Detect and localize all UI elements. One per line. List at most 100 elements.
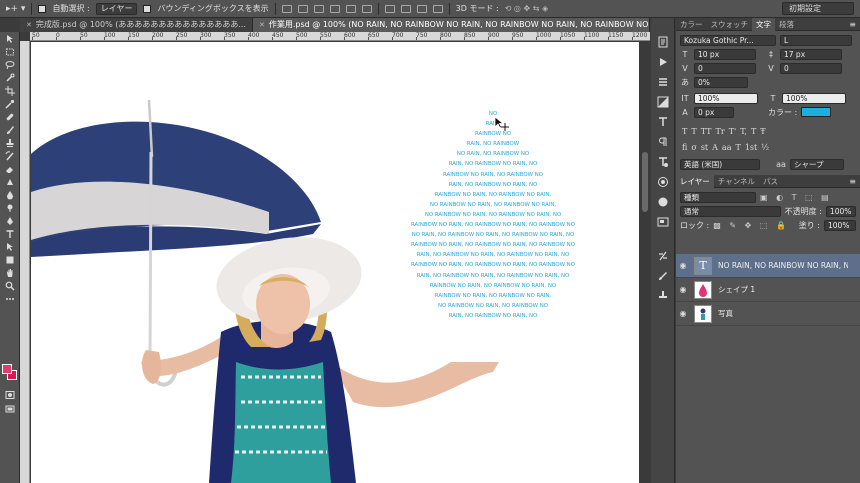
auto-select-dropdown[interactable]: レイヤー	[95, 2, 138, 15]
tab-paragraph[interactable]: 段落	[775, 19, 798, 30]
panel-menu-icon[interactable]: ≡	[849, 20, 860, 29]
properties-icon[interactable]	[651, 72, 675, 92]
all-caps-button[interactable]: TT	[701, 127, 712, 136]
eye-icon[interactable]: ◉	[676, 309, 690, 318]
layer-row-photo[interactable]: ◉ 写真	[676, 302, 860, 326]
actions-icon[interactable]	[651, 52, 675, 72]
swash-button[interactable]: A	[712, 143, 718, 152]
tracking-field[interactable]: 0	[780, 62, 842, 74]
strikethrough-button[interactable]: Ŧ	[760, 127, 765, 136]
foreground-color-swatch[interactable]	[2, 364, 12, 374]
small-caps-button[interactable]: Tr	[716, 127, 725, 136]
distribute-icon[interactable]	[416, 4, 427, 13]
pen-tool-icon[interactable]	[0, 214, 20, 227]
move-tool-icon[interactable]	[0, 32, 20, 45]
auto-select-checkbox[interactable]	[38, 4, 47, 13]
subscript-button[interactable]: T,	[740, 127, 747, 136]
history-brush-icon[interactable]	[0, 149, 20, 162]
hand-tool-icon[interactable]	[0, 266, 20, 279]
blur-tool-icon[interactable]	[0, 188, 20, 201]
underline-button[interactable]: T	[751, 127, 756, 136]
bbox-checkbox[interactable]	[143, 4, 152, 13]
superscript-button[interactable]: T'	[729, 127, 737, 136]
align-right-icon[interactable]	[361, 4, 372, 13]
tool-presets-icon[interactable]	[651, 246, 675, 266]
text-color-swatch[interactable]	[801, 107, 832, 117]
eye-icon[interactable]: ◉	[676, 285, 690, 294]
distribute-icon[interactable]	[384, 4, 395, 13]
distribute-icon[interactable]	[400, 4, 411, 13]
scrollbar-thumb[interactable]	[642, 152, 648, 212]
dodge-tool-icon[interactable]	[0, 201, 20, 214]
align-left-icon[interactable]	[329, 4, 340, 13]
type-tool-icon[interactable]	[0, 227, 20, 240]
language-select[interactable]: 英語 (米国)	[680, 158, 760, 170]
raindrop-text-layer[interactable]: NO RAIN, RAINBOW NO RAIN, NO RAINBOW NO RAIN…	[386, 109, 600, 321]
tab-working[interactable]: ✕ 作業用.psd @ 100% (NO RAIN, NO RAINBOW NO…	[253, 18, 650, 32]
healing-tool-icon[interactable]	[0, 110, 20, 123]
navigator-icon[interactable]	[651, 212, 675, 232]
align-bottom-icon[interactable]	[313, 4, 324, 13]
lock-icons[interactable]: ▩ ✎ ✥ ⬚ 🔒	[713, 221, 789, 230]
marquee-tool-icon[interactable]	[0, 45, 20, 58]
panel-menu-icon[interactable]: ≡	[849, 177, 860, 186]
styles-icon[interactable]	[651, 152, 675, 172]
stamp-tool-icon[interactable]	[0, 136, 20, 149]
gradient-tool-icon[interactable]	[0, 175, 20, 188]
fill-field[interactable]: 100%	[824, 219, 856, 231]
more-tools-icon[interactable]	[0, 292, 20, 305]
ordinals-button[interactable]: 1st	[745, 143, 757, 152]
vertical-scale-field[interactable]: 100%	[694, 92, 758, 104]
path-select-icon[interactable]	[0, 240, 20, 253]
3d-tools-icons[interactable]: ⟲ ◎ ✥ ⇆ ◈	[505, 4, 548, 13]
history-icon[interactable]	[651, 32, 675, 52]
tab-finished[interactable]: ✕ 完成版.psd @ 100% (あああああああああああああああ...	[20, 18, 253, 32]
font-family-select[interactable]: Kozuka Gothic Pr...	[680, 34, 776, 46]
align-vcenter-icon[interactable]	[297, 4, 308, 13]
layer-row-text[interactable]: ◉ T NO RAIN, NO RAINBOW NO RAIN, NO R...	[676, 254, 860, 278]
quick-mask-icon[interactable]	[0, 388, 20, 401]
faux-italic-button[interactable]: T	[691, 127, 696, 136]
eraser-tool-icon[interactable]	[0, 162, 20, 175]
quick-select-tool-icon[interactable]	[0, 71, 20, 84]
baseline-field[interactable]: 0 px	[694, 106, 734, 118]
brush-tool-icon[interactable]	[0, 123, 20, 136]
contextual-alt-button[interactable]: σ	[691, 143, 696, 152]
close-icon[interactable]: ✕	[26, 18, 32, 32]
color-icon[interactable]	[651, 192, 675, 212]
workspace-dropdown[interactable]: 初期設定	[782, 2, 854, 15]
swatches-icon[interactable]	[651, 172, 675, 192]
adjustments-icon[interactable]	[651, 92, 675, 112]
zoom-tool-icon[interactable]	[0, 279, 20, 292]
antialias-select[interactable]: シャープ	[790, 158, 844, 170]
layer-row-shape[interactable]: ◉ シェイプ 1	[676, 278, 860, 302]
leading-field[interactable]: 17 px	[780, 48, 842, 60]
vertical-scrollbar[interactable]	[640, 42, 650, 483]
tab-color[interactable]: カラー	[676, 19, 707, 30]
layer-filter-select[interactable]: 種類	[680, 191, 756, 203]
kerning-field[interactable]: 0	[694, 62, 756, 74]
document-canvas[interactable]: NO RAIN, RAINBOW NO RAIN, NO RAINBOW NO RAIN…	[31, 42, 639, 483]
discretionary-ligature-button[interactable]: st	[701, 143, 708, 152]
titling-alt-button[interactable]: T	[735, 143, 740, 152]
fractions-button[interactable]: ½	[761, 143, 769, 152]
faux-bold-button[interactable]: T	[682, 127, 687, 136]
tab-paths[interactable]: パス	[759, 176, 782, 187]
screen-mode-icon[interactable]	[0, 402, 20, 415]
tab-swatches[interactable]: スウォッチ	[707, 19, 753, 30]
blend-mode-select[interactable]: 通常	[680, 205, 781, 217]
color-swatches[interactable]	[2, 364, 18, 382]
align-top-icon[interactable]	[281, 4, 292, 13]
tsume-field[interactable]: 0%	[694, 76, 748, 88]
stylistic-alt-button[interactable]: aa	[722, 143, 732, 152]
horizontal-scale-field[interactable]: 100%	[782, 92, 846, 104]
brush-panel-icon[interactable]	[651, 266, 675, 286]
tab-character[interactable]: 文字	[752, 17, 775, 31]
clone-source-icon[interactable]	[651, 286, 675, 306]
ligature-button[interactable]: fi	[682, 143, 687, 152]
move-tool-icon[interactable]: ▸+ ▾	[6, 4, 25, 14]
char-panel-icon[interactable]	[651, 112, 675, 132]
tab-layers[interactable]: レイヤー	[676, 174, 714, 188]
crop-tool-icon[interactable]	[0, 84, 20, 97]
distribute-icon[interactable]	[432, 4, 443, 13]
